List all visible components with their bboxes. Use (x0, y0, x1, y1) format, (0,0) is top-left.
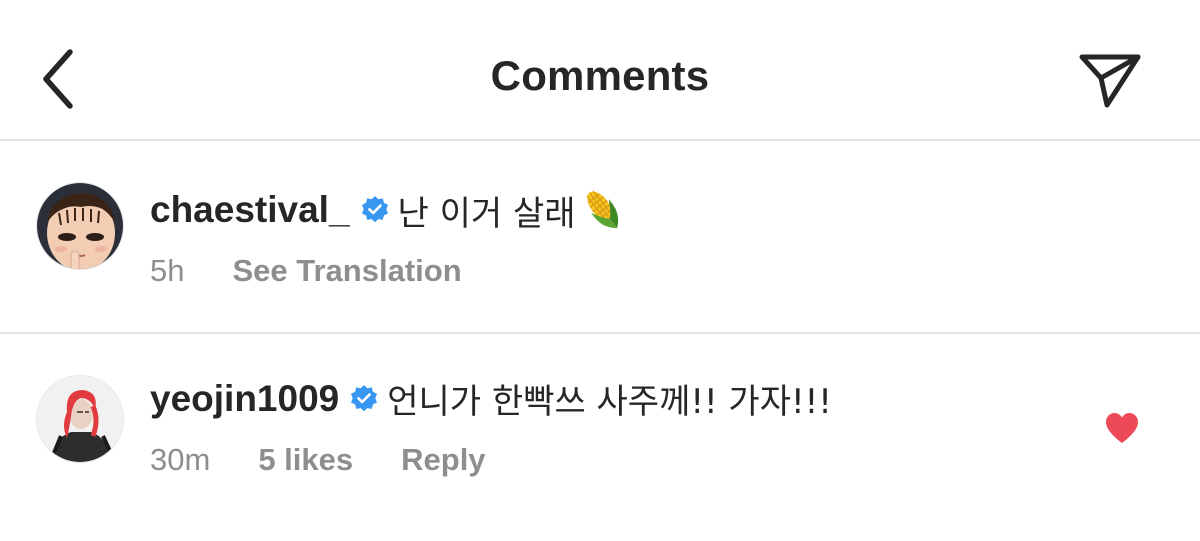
comment-time: 5h (150, 253, 185, 288)
corn-icon (578, 185, 628, 235)
likes-count-link[interactable]: 5 likes (258, 442, 353, 478)
header-bar: Comments (0, 0, 1200, 141)
comment-body: yeojin1009 언니가 한빡쓰 사주께!! 가자!!! (150, 374, 832, 423)
heart-filled-icon (1106, 413, 1138, 443)
comment-username[interactable]: yeojin1009 (150, 378, 339, 420)
verified-badge-icon (360, 195, 390, 225)
comment-text: 언니가 한빡쓰 사주께!! 가자!!! (387, 382, 832, 422)
paper-plane-icon (1079, 54, 1141, 108)
comment-username[interactable]: chaestival_ (150, 189, 350, 231)
avatar[interactable] (36, 182, 124, 270)
verified-badge-icon (349, 384, 379, 414)
reply-button[interactable]: Reply (401, 442, 485, 478)
comment-time: 30m (150, 442, 211, 477)
avatar[interactable] (36, 375, 124, 463)
share-button[interactable] (1074, 46, 1146, 114)
comment-item: yeojin1009 언니가 한빡쓰 사주께!! 가자!!! 30m 5 lik… (0, 334, 1200, 541)
like-button[interactable] (1104, 412, 1140, 444)
page-title: Comments (490, 52, 710, 99)
comment-meta: 30m 5 likes Reply (150, 442, 486, 478)
comment-item: chaestival_ 난 이거 살래 5h See Translation (0, 141, 1200, 334)
see-translation-link[interactable]: See Translation (232, 253, 461, 289)
comment-text: 난 이거 살래 (397, 193, 576, 234)
comment-body: chaestival_ 난 이거 살래 (150, 185, 628, 235)
comment-meta: 5h See Translation (150, 253, 462, 289)
